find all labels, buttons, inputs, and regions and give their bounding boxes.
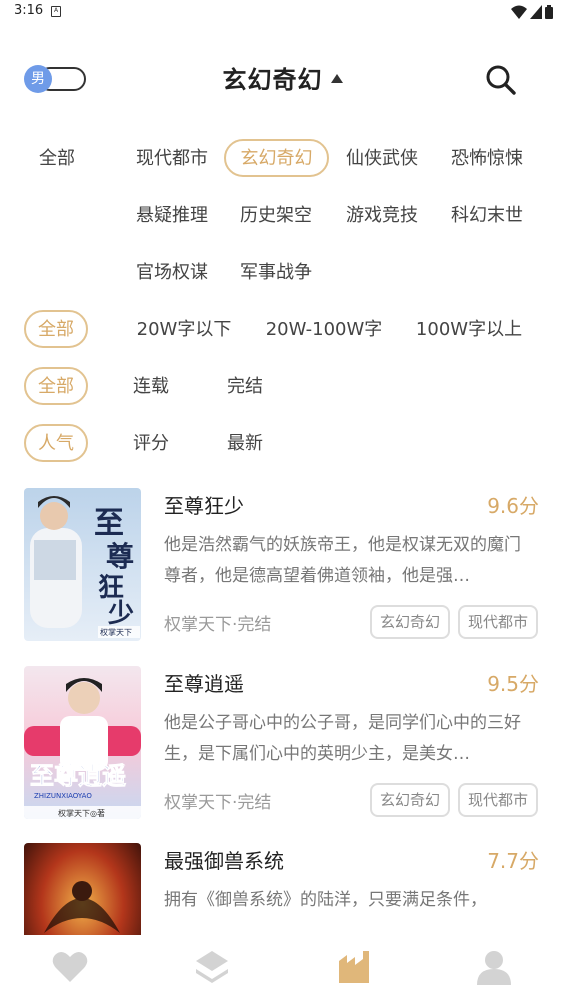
notification-icon: A xyxy=(51,6,61,17)
length-chip[interactable]: 100W字以上 xyxy=(404,310,534,348)
category-chip[interactable]: 仙侠武侠 xyxy=(332,139,432,177)
category-chip[interactable]: 历史架空 xyxy=(226,196,326,234)
book-description: 他是浩然霸气的妖族帝王，他是权谋无双的魔门尊者，他是德高望着佛道领袖，他是强… xyxy=(164,535,521,586)
category-chip[interactable]: 科幻末世 xyxy=(437,196,537,234)
cover-author-text: 权掌天下 xyxy=(100,627,132,637)
category-filter-row-3: 官场权谋 军事战争 xyxy=(0,253,565,293)
search-icon[interactable] xyxy=(485,64,517,96)
heart-icon[interactable] xyxy=(50,947,90,987)
book-tag[interactable]: 玄幻奇幻 xyxy=(370,783,451,817)
book-score: 7.7分 xyxy=(487,849,539,873)
status-chip-selected[interactable]: 全部 xyxy=(24,367,88,405)
profile-icon[interactable] xyxy=(474,947,514,987)
category-filter-row-2: 悬疑推理 历史架空 游戏竞技 科幻末世 xyxy=(0,196,565,236)
cover-subtitle-text: ZHIZUNXIAOYAO xyxy=(34,792,92,800)
status-bar: 3:16 A xyxy=(0,0,565,26)
battery-icon xyxy=(545,5,553,19)
wifi-icon xyxy=(511,5,527,19)
category-chip[interactable]: 现代都市 xyxy=(122,139,222,177)
book-list-item[interactable]: 至尊逍遥 ZHIZUNXIAOYAO 权掌天下◎著 至尊逍遥 9.5分 他是公子… xyxy=(0,666,565,826)
length-chip-selected[interactable]: 全部 xyxy=(24,310,88,348)
category-chip[interactable]: 游戏竞技 xyxy=(332,196,432,234)
book-score: 9.6分 xyxy=(487,494,539,518)
sort-chip[interactable]: 评分 xyxy=(118,424,184,462)
cover-author-text: 权掌天下◎著 xyxy=(58,808,105,818)
length-filter-row: 全部 20W字以下 20W-100W字 100W字以上 xyxy=(0,310,565,350)
category-chip[interactable]: 全部 xyxy=(24,139,90,177)
sort-chip-selected[interactable]: 人气 xyxy=(24,424,88,462)
status-chip[interactable]: 连载 xyxy=(118,367,184,405)
status-chip[interactable]: 完结 xyxy=(212,367,278,405)
page-title: 玄幻奇幻 xyxy=(222,66,323,94)
book-cover-art: 至 尊 狂 少 权掌天下 xyxy=(24,488,141,641)
category-chip[interactable]: 悬疑推理 xyxy=(122,196,222,234)
book-list-item[interactable]: 至 尊 狂 少 权掌天下 至尊狂少 9.6分 他是浩然霸气的妖族帝王，他是权谋无… xyxy=(0,488,565,648)
book-meta: 权掌天下·完结 xyxy=(164,793,272,813)
header: 男 玄幻奇幻 xyxy=(0,40,565,116)
category-chip-selected[interactable]: 玄幻奇幻 xyxy=(224,139,329,177)
svg-text:少: 少 xyxy=(107,599,134,629)
svg-text:尊: 尊 xyxy=(106,540,134,573)
book-score: 9.5分 xyxy=(487,672,539,696)
bottom-tab-bar xyxy=(0,935,565,1004)
book-title[interactable]: 至尊逍遥 xyxy=(164,668,244,697)
status-icons xyxy=(511,4,553,20)
library-icon[interactable] xyxy=(333,947,373,987)
category-chip[interactable]: 恐怖惊悚 xyxy=(437,139,537,177)
title-dropdown[interactable]: 玄幻奇幻 xyxy=(0,60,565,95)
book-tag[interactable]: 玄幻奇幻 xyxy=(370,605,451,639)
category-chip[interactable]: 官场权谋 xyxy=(122,253,222,291)
status-filter-row: 全部 连载 完结 xyxy=(0,367,565,407)
book-description: 他是公子哥心中的公子哥，是同学们心中的三好生，是下属们心中的英明少主，是美女… xyxy=(164,713,521,764)
cover-title-text: 至尊逍遥 xyxy=(30,762,126,790)
cover-title-text: 至 xyxy=(94,506,124,541)
book-tag[interactable]: 现代都市 xyxy=(458,605,539,639)
caret-up-icon xyxy=(330,74,343,83)
book-tag[interactable]: 现代都市 xyxy=(458,783,539,817)
status-time: 3:16 xyxy=(14,3,44,18)
sort-filter-row: 人气 评分 最新 xyxy=(0,424,565,464)
length-chip[interactable]: 20W字以下 xyxy=(124,310,244,348)
book-cover[interactable]: 至 尊 狂 少 权掌天下 xyxy=(24,488,141,641)
book-title[interactable]: 最强御兽系统 xyxy=(164,845,284,874)
layers-icon[interactable] xyxy=(192,947,232,987)
signal-icon xyxy=(530,5,542,19)
category-chip[interactable]: 军事战争 xyxy=(226,253,326,291)
length-chip[interactable]: 20W-100W字 xyxy=(256,310,392,348)
book-cover-art: 至尊逍遥 ZHIZUNXIAOYAO 权掌天下◎著 xyxy=(24,666,141,819)
sort-chip[interactable]: 最新 xyxy=(212,424,278,462)
category-filter-row: 全部 现代都市 玄幻奇幻 仙侠武侠 恐怖惊悚 xyxy=(0,139,565,179)
book-cover[interactable]: 至尊逍遥 ZHIZUNXIAOYAO 权掌天下◎著 xyxy=(24,666,141,819)
book-meta: 权掌天下·完结 xyxy=(164,615,272,635)
book-title[interactable]: 至尊狂少 xyxy=(164,490,244,519)
